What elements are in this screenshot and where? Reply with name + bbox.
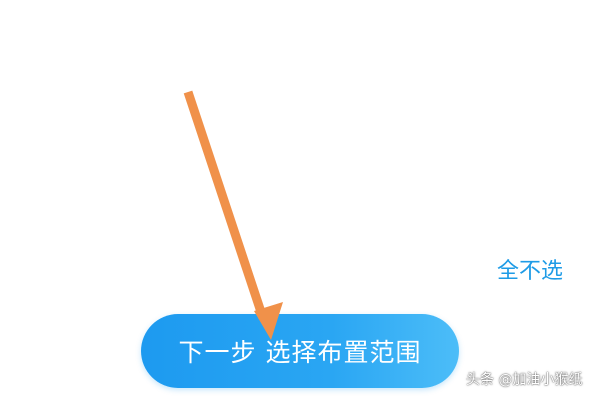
next-step-label: 下一步 选择布置范围 [178,338,422,367]
deselect-all-button[interactable]: 全不选 [497,257,563,287]
next-step-button[interactable]: 下一步 选择布置范围 [141,314,459,388]
watermark-text: 头条 @加油小猴纸 [466,372,583,388]
